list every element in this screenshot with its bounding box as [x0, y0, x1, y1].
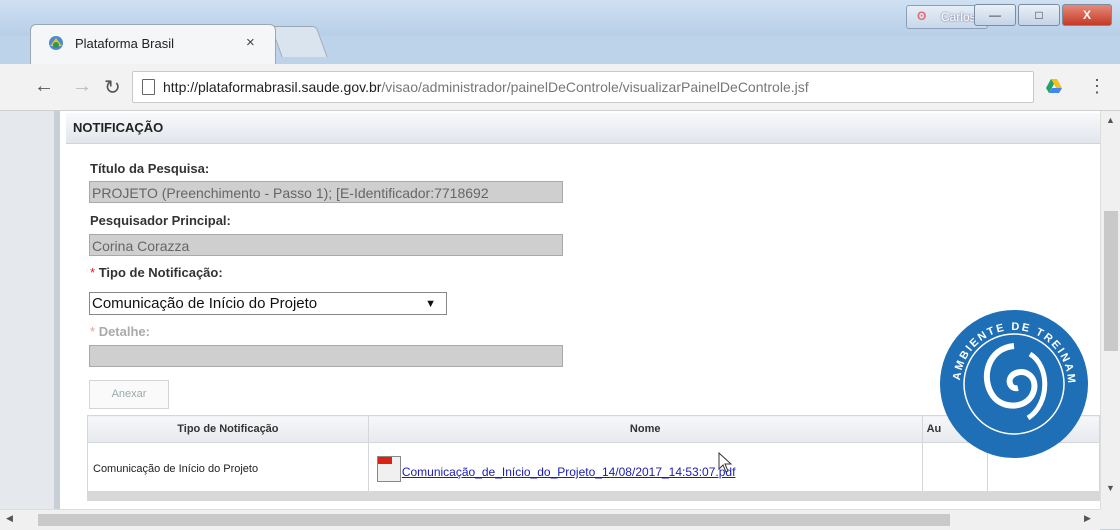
forward-arrow-icon[interactable]: → — [72, 75, 92, 98]
required-mark: * — [90, 324, 96, 339]
page-icon — [142, 79, 155, 95]
vertical-scrollbar[interactable]: ▲ ▼ — [1100, 111, 1120, 509]
horizontal-scrollbar[interactable]: ◀ ▶ — [0, 509, 1100, 530]
mouse-cursor-icon — [718, 452, 733, 473]
favicon-icon — [49, 36, 63, 50]
dropdown-arrow-icon: ▼ — [425, 298, 436, 310]
required-mark: * — [90, 265, 96, 280]
google-drive-icon[interactable] — [1046, 79, 1062, 93]
pesquisador-label: Pesquisador Principal: — [90, 213, 231, 228]
tipo-notificacao-select[interactable]: Comunicação de Início do Projeto ▼ — [89, 292, 447, 315]
tipo-notificacao-label: * Tipo de Notificação: — [90, 265, 223, 280]
select-value: Comunicação de Início do Projeto — [92, 295, 318, 312]
pdf-download-link[interactable]: Comunicação_de_Início_do_Projeto_14/08/2… — [402, 465, 736, 479]
horizontal-scroll-thumb[interactable] — [38, 514, 950, 526]
back-arrow-icon[interactable]: ← — [34, 75, 54, 98]
detalhe-field — [89, 345, 563, 367]
scroll-right-icon[interactable]: ▶ — [1084, 513, 1091, 524]
section-title: NOTIFICAÇÃO — [73, 120, 164, 135]
column-header-nome: Nome — [367, 415, 923, 443]
training-environment-seal: AMBIENTE DE TREINAMENTO — [938, 308, 1088, 458]
pesquisador-field: Corina Corazza — [89, 234, 563, 256]
tab-title: Plataforma Brasil — [75, 36, 174, 51]
pdf-file-icon — [376, 456, 401, 482]
section-header: NOTIFICAÇÃO — [66, 113, 1100, 144]
browser-tab[interactable]: Plataforma Brasil × — [30, 24, 276, 65]
attach-button[interactable]: Anexar — [89, 380, 169, 409]
table-footer-bar — [87, 491, 1100, 501]
url-text: http://plataformabrasil.saude.gov.br/vis… — [163, 79, 809, 95]
minimize-button[interactable]: — — [974, 4, 1016, 26]
tab-close-icon[interactable]: × — [246, 34, 255, 51]
reload-icon[interactable]: ↻ — [104, 75, 121, 100]
cell-nome: Comunicação_de_Início_do_Projeto_14/08/2… — [367, 442, 923, 496]
window-controls: — □ X — [974, 4, 1112, 26]
titulo-label: Título da Pesquisa: — [90, 161, 210, 176]
user-icon: ʘ — [917, 9, 927, 23]
browser-toolbar: ← → ↻ http://plataformabrasil.saude.gov.… — [0, 64, 1120, 111]
close-window-button[interactable]: X — [1062, 4, 1112, 26]
menu-kebab-icon[interactable]: ⋮ — [1088, 76, 1106, 97]
column-header-tipo: Tipo de Notificação — [87, 415, 369, 443]
address-bar[interactable]: http://plataformabrasil.saude.gov.br/vis… — [132, 71, 1034, 103]
titulo-field: PROJETO (Preenchimento - Passo 1); [E-Id… — [89, 181, 563, 203]
vertical-scroll-thumb[interactable] — [1104, 211, 1118, 351]
scroll-up-icon[interactable]: ▲ — [1106, 115, 1115, 125]
detalhe-label: * Detalhe: — [90, 324, 150, 339]
scroll-down-icon[interactable]: ▼ — [1106, 483, 1115, 493]
left-margin-border — [54, 111, 60, 509]
page-viewport: NOTIFICAÇÃO Título da Pesquisa: PROJETO … — [0, 111, 1100, 509]
scrollbar-corner — [1100, 509, 1120, 529]
user-name: Carlos — [941, 10, 976, 24]
scroll-left-icon[interactable]: ◀ — [6, 513, 13, 524]
left-margin — [0, 111, 60, 509]
maximize-button[interactable]: □ — [1018, 4, 1060, 26]
cell-tipo: Comunicação de Início do Projeto — [87, 442, 369, 496]
